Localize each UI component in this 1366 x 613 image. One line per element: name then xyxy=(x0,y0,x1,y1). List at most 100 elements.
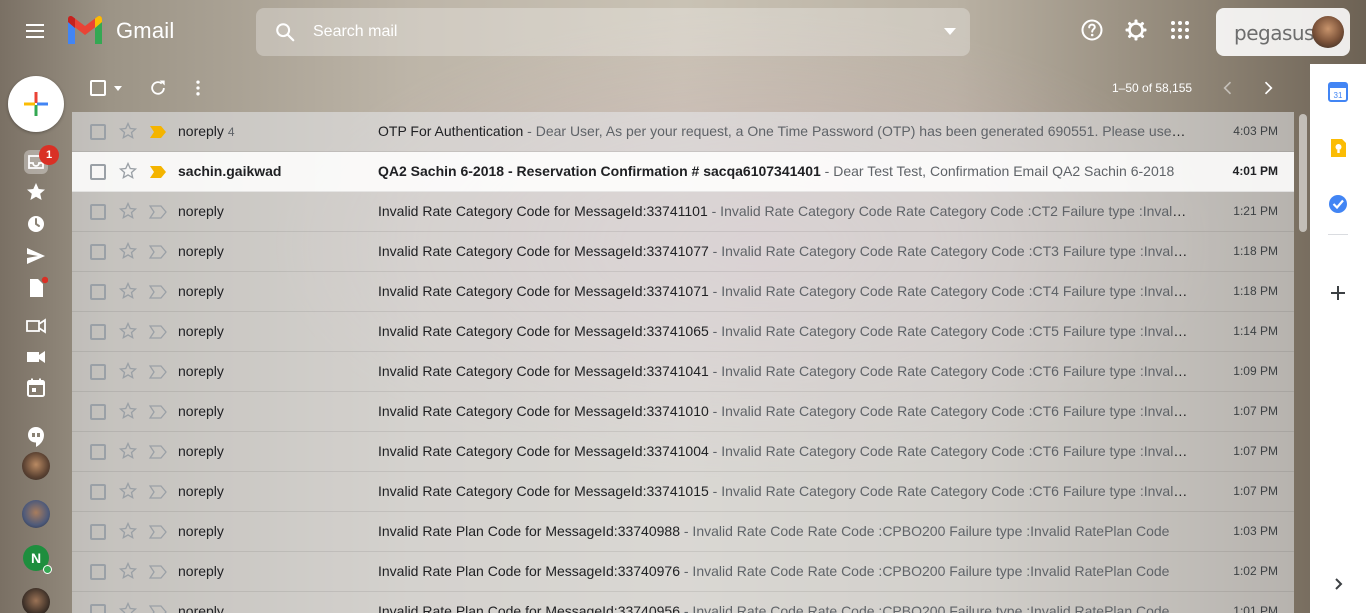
email-row[interactable]: noreply Invalid Rate Plan Code for Messa… xyxy=(72,592,1294,613)
search-input[interactable] xyxy=(313,23,913,41)
inbox-unread-badge: 1 xyxy=(39,145,59,165)
meet-join-video-icon[interactable] xyxy=(24,345,48,369)
gmail-logo[interactable]: Gmail xyxy=(66,16,174,46)
star-icon[interactable] xyxy=(118,321,138,341)
star-icon[interactable] xyxy=(118,561,138,581)
star-icon[interactable] xyxy=(118,401,138,421)
search-icon[interactable] xyxy=(274,21,296,43)
get-addons-plus-icon[interactable] xyxy=(1328,283,1348,303)
search-options-icon[interactable] xyxy=(944,28,956,35)
account-switcher[interactable]: pegasus xyxy=(1216,8,1350,56)
importance-marker-icon[interactable] xyxy=(149,605,167,613)
email-row[interactable]: sachin.gaikwad QA2 Sachin 6-2018 - Reser… xyxy=(72,152,1294,192)
importance-marker-icon[interactable] xyxy=(149,245,167,259)
email-select-checkbox[interactable] xyxy=(90,284,106,300)
star-icon[interactable] xyxy=(118,441,138,461)
apps-grid-icon[interactable] xyxy=(1168,18,1192,42)
email-row[interactable]: noreply Invalid Rate Category Code for M… xyxy=(72,232,1294,272)
email-select-checkbox[interactable] xyxy=(90,404,106,420)
main-menu-icon[interactable] xyxy=(22,20,48,46)
select-options-chevron-down-icon[interactable] xyxy=(114,86,122,91)
meet-calendar-icon[interactable] xyxy=(24,376,48,400)
sent-icon[interactable] xyxy=(24,244,48,268)
importance-marker-icon[interactable] xyxy=(149,445,167,459)
starred-icon[interactable] xyxy=(24,180,48,204)
email-time: 1:07 PM xyxy=(1233,444,1278,458)
refresh-icon[interactable] xyxy=(148,78,168,98)
mail-list: noreply 4 OTP For Authentication - Dear U… xyxy=(72,112,1294,613)
email-time: 4:01 PM xyxy=(1232,164,1278,178)
google-keep-icon[interactable] xyxy=(1328,138,1348,158)
email-row[interactable]: noreply Invalid Rate Category Code for M… xyxy=(72,352,1294,392)
email-select-checkbox[interactable] xyxy=(90,564,106,580)
star-icon[interactable] xyxy=(118,161,138,181)
email-select-checkbox[interactable] xyxy=(90,204,106,220)
drafts-icon[interactable] xyxy=(24,276,48,300)
email-subject: Invalid Rate Category Code for MessageId… xyxy=(378,443,709,459)
star-icon[interactable] xyxy=(118,601,138,613)
email-row[interactable]: noreply Invalid Rate Category Code for M… xyxy=(72,392,1294,432)
email-select-checkbox[interactable] xyxy=(90,444,106,460)
star-icon[interactable] xyxy=(118,481,138,501)
email-select-checkbox[interactable] xyxy=(90,484,106,500)
hangouts-icon[interactable] xyxy=(24,425,48,449)
importance-marker-icon[interactable] xyxy=(149,165,167,179)
email-row[interactable]: noreply 4 OTP For Authentication - Dear U… xyxy=(72,112,1294,152)
older-page-chevron-left-icon[interactable] xyxy=(1218,78,1238,98)
importance-marker-icon[interactable] xyxy=(149,525,167,539)
google-calendar-icon[interactable]: 31 xyxy=(1328,82,1348,102)
email-row[interactable]: noreply Invalid Rate Category Code for M… xyxy=(72,272,1294,312)
importance-marker-icon[interactable] xyxy=(149,405,167,419)
email-time: 1:02 PM xyxy=(1233,564,1278,578)
star-icon[interactable] xyxy=(118,361,138,381)
help-icon[interactable] xyxy=(1080,18,1104,42)
importance-marker-icon[interactable] xyxy=(149,565,167,579)
email-select-checkbox[interactable] xyxy=(90,364,106,380)
star-icon[interactable] xyxy=(118,521,138,541)
email-sender-name: noreply xyxy=(178,123,224,139)
show-side-panel-chevron-right-icon[interactable] xyxy=(1328,574,1348,594)
chat-contact-avatar[interactable] xyxy=(22,588,50,613)
chat-contact-avatar[interactable] xyxy=(22,500,50,528)
importance-marker-icon[interactable] xyxy=(149,325,167,339)
account-avatar[interactable] xyxy=(1312,16,1344,48)
star-icon[interactable] xyxy=(118,281,138,301)
chat-contact-avatar[interactable] xyxy=(22,452,50,480)
email-sender: noreply xyxy=(178,403,228,419)
email-row[interactable]: noreply Invalid Rate Plan Code for Messa… xyxy=(72,552,1294,592)
email-row[interactable]: noreply Invalid Rate Category Code for M… xyxy=(72,472,1294,512)
email-row[interactable]: noreply Invalid Rate Plan Code for Messa… xyxy=(72,512,1294,552)
email-select-checkbox[interactable] xyxy=(90,164,106,180)
importance-marker-icon[interactable] xyxy=(149,365,167,379)
email-row[interactable]: noreply Invalid Rate Category Code for M… xyxy=(72,312,1294,352)
email-sender-name: noreply xyxy=(178,603,224,613)
search-bar[interactable] xyxy=(256,8,970,56)
google-tasks-icon[interactable] xyxy=(1328,194,1348,214)
email-row[interactable]: noreply Invalid Rate Category Code for M… xyxy=(72,192,1294,232)
importance-marker-icon[interactable] xyxy=(149,125,167,139)
mail-toolbar: 1–50 of 58,155 xyxy=(72,64,1294,112)
email-select-checkbox[interactable] xyxy=(90,124,106,140)
scrollbar-thumb[interactable] xyxy=(1299,114,1307,232)
select-all-checkbox[interactable] xyxy=(90,80,106,96)
settings-gear-icon[interactable] xyxy=(1124,18,1148,42)
top-bar: Gmail Search mail pegasus xyxy=(0,0,1366,64)
newer-page-chevron-right-icon[interactable] xyxy=(1258,78,1278,98)
compose-button[interactable] xyxy=(8,76,64,132)
star-icon[interactable] xyxy=(118,241,138,261)
more-options-icon[interactable] xyxy=(188,78,208,98)
star-icon[interactable] xyxy=(118,201,138,221)
email-select-checkbox[interactable] xyxy=(90,604,106,613)
email-select-checkbox[interactable] xyxy=(90,524,106,540)
importance-marker-icon[interactable] xyxy=(149,205,167,219)
email-select-checkbox[interactable] xyxy=(90,324,106,340)
pagination-range: 1–50 of 58,155 xyxy=(1112,81,1193,95)
meet-new-meeting-icon[interactable] xyxy=(24,314,48,338)
email-select-checkbox[interactable] xyxy=(90,244,106,260)
importance-marker-icon[interactable] xyxy=(149,285,167,299)
snoozed-clock-icon[interactable] xyxy=(24,212,48,236)
importance-marker-icon[interactable] xyxy=(149,485,167,499)
email-snippet: - Invalid Rate Category Code Rate Catego… xyxy=(712,243,1188,259)
email-row[interactable]: noreply Invalid Rate Category Code for M… xyxy=(72,432,1294,472)
star-icon[interactable] xyxy=(118,121,138,141)
